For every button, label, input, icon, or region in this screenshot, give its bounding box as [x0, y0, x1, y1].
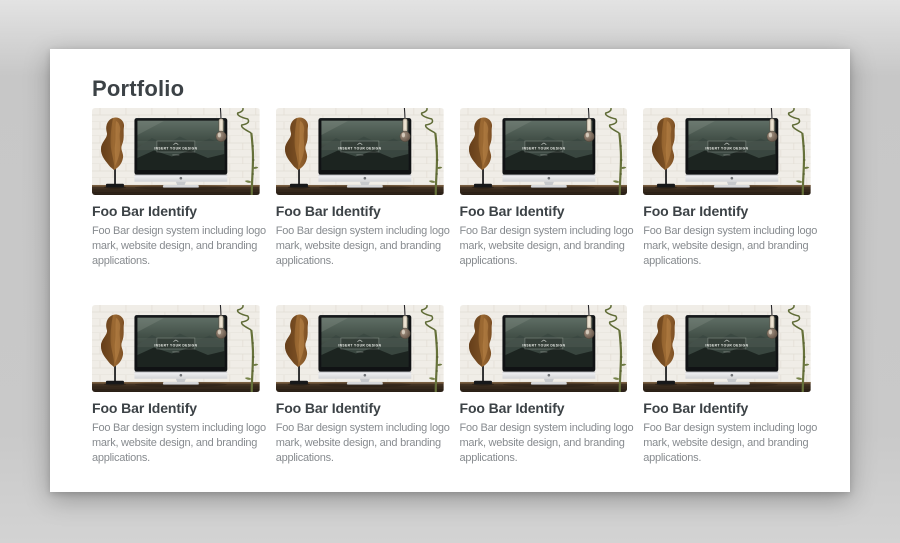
portfolio-thumbnail-imac-mockup[interactable]	[643, 108, 811, 195]
portfolio-thumbnail-imac-mockup[interactable]	[643, 305, 811, 392]
portfolio-item-description: Foo Bar design system including logo mar…	[92, 421, 260, 466]
portfolio-item: Foo Bar Identify Foo Bar design system i…	[92, 305, 260, 466]
portfolio-item: Foo Bar Identify Foo Bar design system i…	[643, 108, 811, 269]
portfolio-thumbnail-imac-mockup[interactable]	[276, 305, 444, 392]
portfolio-thumbnail-imac-mockup[interactable]	[460, 108, 628, 195]
portfolio-thumbnail-imac-mockup[interactable]	[92, 305, 260, 392]
portfolio-grid: Foo Bar Identify Foo Bar design system i…	[92, 108, 811, 466]
portfolio-item: Foo Bar Identify Foo Bar design system i…	[643, 305, 811, 466]
portfolio-item: Foo Bar Identify Foo Bar design system i…	[460, 108, 628, 269]
portfolio-item-title: Foo Bar Identify	[643, 203, 811, 220]
portfolio-item: Foo Bar Identify Foo Bar design system i…	[276, 305, 444, 466]
portfolio-item-title: Foo Bar Identify	[92, 203, 260, 220]
portfolio-item-description: Foo Bar design system including logo mar…	[276, 421, 444, 466]
portfolio-item-description: Foo Bar design system including logo mar…	[460, 421, 628, 466]
portfolio-item-description: Foo Bar design system including logo mar…	[92, 224, 260, 269]
desktop-background: Portfolio Foo Bar Identify Foo Bar desig…	[0, 0, 900, 543]
portfolio-item-title: Foo Bar Identify	[276, 400, 444, 417]
portfolio-item-description: Foo Bar design system including logo mar…	[460, 224, 628, 269]
portfolio-item: Foo Bar Identify Foo Bar design system i…	[276, 108, 444, 269]
portfolio-item-title: Foo Bar Identify	[460, 203, 628, 220]
portfolio-item-title: Foo Bar Identify	[92, 400, 260, 417]
portfolio-thumbnail-imac-mockup[interactable]	[92, 108, 260, 195]
portfolio-item-description: Foo Bar design system including logo mar…	[643, 421, 811, 466]
portfolio-item-title: Foo Bar Identify	[643, 400, 811, 417]
portfolio-thumbnail-imac-mockup[interactable]	[460, 305, 628, 392]
portfolio-item: Foo Bar Identify Foo Bar design system i…	[92, 108, 260, 269]
portfolio-thumbnail-imac-mockup[interactable]	[276, 108, 444, 195]
page-title: Portfolio	[92, 75, 811, 102]
portfolio-item-title: Foo Bar Identify	[276, 203, 444, 220]
portfolio-item-description: Foo Bar design system including logo mar…	[276, 224, 444, 269]
portfolio-item-title: Foo Bar Identify	[460, 400, 628, 417]
portfolio-card: Portfolio Foo Bar Identify Foo Bar desig…	[50, 49, 850, 492]
portfolio-item-description: Foo Bar design system including logo mar…	[643, 224, 811, 269]
portfolio-item: Foo Bar Identify Foo Bar design system i…	[460, 305, 628, 466]
